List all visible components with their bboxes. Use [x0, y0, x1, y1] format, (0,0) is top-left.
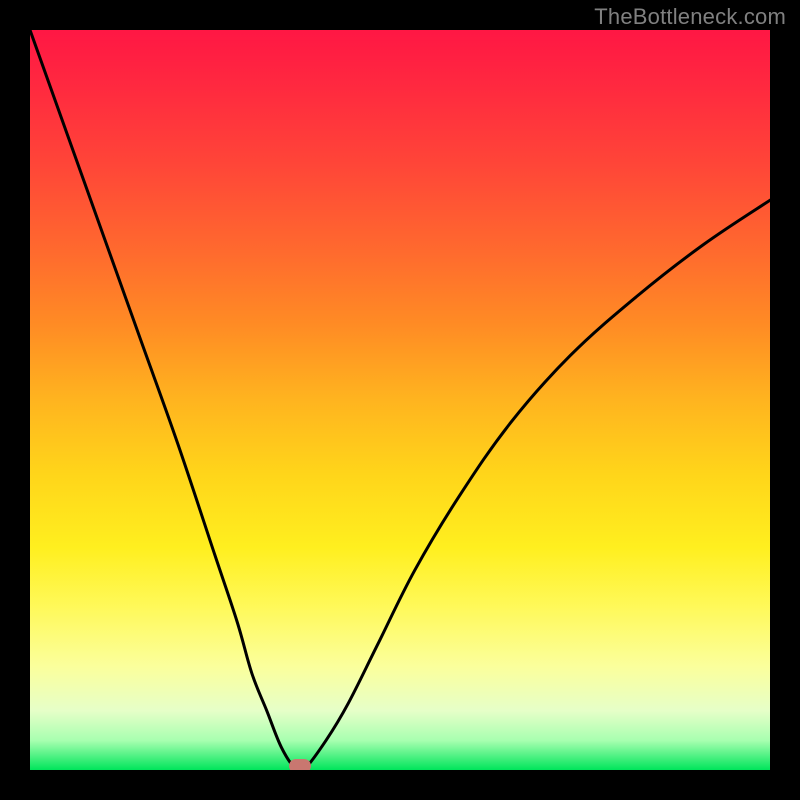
plot-area — [30, 30, 770, 770]
bottleneck-curve — [30, 30, 770, 770]
watermark-text: TheBottleneck.com — [594, 4, 786, 30]
optimal-point-marker — [289, 759, 311, 770]
chart-frame: TheBottleneck.com — [0, 0, 800, 800]
